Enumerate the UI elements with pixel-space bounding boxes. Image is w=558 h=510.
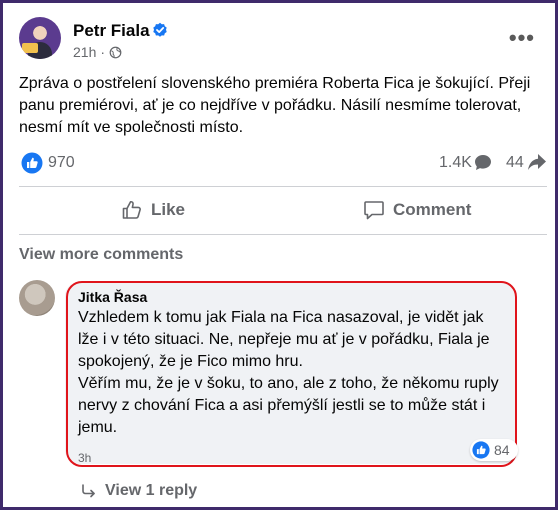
- reply-arrow-icon: [82, 484, 95, 498]
- like-reaction-icon[interactable]: [21, 152, 43, 174]
- share-arrow-icon: [528, 154, 546, 170]
- comment-paragraph: Věřím mu, že je v šoku, to ano, ale z to…: [78, 375, 499, 436]
- commenter-name[interactable]: Jitka Řasa: [78, 289, 147, 305]
- comment-time[interactable]: 3h: [78, 451, 91, 465]
- comment-paragraph: Vzhledem k tomu jak Fiala na Fica nasazo…: [78, 309, 490, 370]
- comment-reaction-count[interactable]: 84: [470, 439, 518, 461]
- thumbs-up-icon: [122, 200, 141, 219]
- comment-icon: [364, 201, 384, 220]
- comment-bubble-icon: [475, 155, 491, 170]
- like-reaction-icon: [472, 441, 490, 459]
- view-more-comments-link[interactable]: View more comments: [19, 246, 183, 264]
- post-card: Petr Fiala 21h · ••• Zpráva o postřelení…: [0, 0, 558, 510]
- comment-reaction-value: 84: [494, 442, 510, 458]
- globe-icon: [109, 46, 122, 58]
- more-options-icon[interactable]: •••: [509, 25, 535, 51]
- author-avatar[interactable]: [19, 17, 61, 59]
- dot-separator: ·: [100, 44, 106, 60]
- post-time[interactable]: 21h: [73, 44, 96, 60]
- divider: [19, 186, 547, 187]
- verified-badge-icon: [153, 22, 167, 37]
- view-reply-link[interactable]: View 1 reply: [81, 482, 197, 500]
- comment-label: Comment: [393, 200, 472, 219]
- divider: [19, 234, 547, 235]
- like-button[interactable]: Like: [121, 191, 185, 229]
- post-header: Petr Fiala 21h · •••: [19, 17, 539, 67]
- like-count[interactable]: 970: [48, 154, 75, 172]
- commenter-avatar[interactable]: [19, 280, 55, 316]
- comment-text: Vzhledem k tomu jak Fiala na Fica nasazo…: [78, 307, 508, 439]
- view-reply-label: View 1 reply: [105, 482, 198, 499]
- share-count[interactable]: 44: [506, 154, 524, 172]
- post-meta: 21h ·: [73, 44, 122, 60]
- reaction-summary: 970 1.4K 44: [19, 151, 547, 175]
- comment-button[interactable]: Comment: [363, 191, 471, 229]
- author-name[interactable]: Petr Fiala: [73, 21, 150, 41]
- post-text: Zpráva o postřelení slovenského premiéra…: [19, 75, 531, 136]
- like-label: Like: [151, 200, 186, 219]
- comment-count[interactable]: 1.4K: [439, 154, 472, 172]
